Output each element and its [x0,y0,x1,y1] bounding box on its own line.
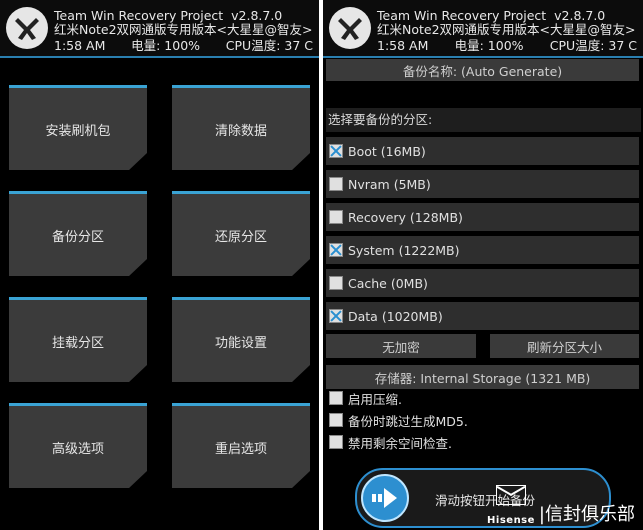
restore-button[interactable]: 还原分区 [172,191,310,276]
battery-status: 电量: 100% [454,38,524,53]
twrp-logo-icon [329,7,371,49]
advanced-button[interactable]: 高级选项 [9,403,147,488]
option-disable-space-check[interactable]: 禁用剩余空间检查. [329,433,452,451]
checkbox-icon[interactable] [329,177,343,191]
storage-select-button[interactable]: 存储器: Internal Storage (1321 MB) [326,365,639,389]
partition-cache[interactable]: Cache (0MB) [326,269,639,297]
checkbox-icon[interactable] [329,413,343,427]
watermark-club: |信封俱乐部 [538,504,635,525]
partition-label: Nvram (5MB) [348,176,431,192]
partition-label: System (1222MB) [348,242,460,258]
battery-status: 电量: 100% [131,38,201,53]
partitions-label: 选择要备份的分区: [326,108,641,132]
clock: 1:58 AM [377,38,429,53]
main-menu-panel: Team Win Recovery Project v2.8.7.0 红米Not… [0,0,319,530]
checkbox-icon[interactable] [329,391,343,405]
reboot-button[interactable]: 重启选项 [172,403,310,488]
app-title-line: Team Win Recovery Project v2.8.7.0 [377,8,606,23]
app-title-line: Team Win Recovery Project v2.8.7.0 [54,8,283,23]
wipe-button[interactable]: 清除数据 [172,85,310,170]
envelope-icon [495,485,526,505]
cpu-temperature: CPU温度: 37 C [549,38,637,53]
partition-label: Boot (16MB) [348,143,426,159]
partition-system[interactable]: System (1222MB) [326,236,639,264]
build-line: 红米Note2双网通版专用版本<大星星@智友> [377,22,636,37]
option-skip-md5[interactable]: 备份时跳过生成MD5. [329,411,468,429]
install-button[interactable]: 安装刷机包 [9,85,147,170]
backup-name-button[interactable]: 备份名称: (Auto Generate) [326,59,639,81]
partition-boot[interactable]: Boot (16MB) [326,137,639,165]
option-label: 备份时跳过生成MD5. [348,413,468,429]
partition-data[interactable]: Data (1020MB) [326,302,639,330]
backup-button[interactable]: 备份分区 [9,191,147,276]
checkbox-checked-icon[interactable] [329,309,343,323]
partition-label: Recovery (128MB) [348,209,463,225]
status-header: Team Win Recovery Project v2.8.7.0 红米Not… [323,0,643,58]
partition-nvram[interactable]: Nvram (5MB) [326,170,639,198]
swipe-arrow-icon[interactable] [361,474,409,522]
option-label: 启用压缩. [348,391,402,407]
option-compression[interactable]: 启用压缩. [329,389,402,407]
checkbox-icon[interactable] [329,435,343,449]
build-line: 红米Note2双网通版专用版本<大星星@智友> [54,22,313,37]
mount-button[interactable]: 挂载分区 [9,297,147,382]
backup-panel: Team Win Recovery Project v2.8.7.0 红米Not… [323,0,643,530]
cpu-temperature: CPU温度: 37 C [225,38,313,53]
twrp-logo-icon [6,7,48,49]
no-encryption-button[interactable]: 无加密 [326,334,476,358]
settings-button[interactable]: 功能设置 [172,297,310,382]
watermark-brand: Hisense [487,515,535,526]
status-line: 1:58 AM 电量: 100% CPU温度: 37 C [54,38,313,53]
clock: 1:58 AM [54,38,106,53]
checkbox-icon[interactable] [329,210,343,224]
option-label: 禁用剩余空间检查. [348,435,452,451]
checkbox-checked-icon[interactable] [329,243,343,257]
refresh-sizes-button[interactable]: 刷新分区大小 [490,334,639,358]
watermark: Hisense |信封俱乐部 [487,485,635,526]
partition-label: Cache (0MB) [348,275,428,291]
status-header: Team Win Recovery Project v2.8.7.0 红米Not… [0,0,319,58]
partition-recovery[interactable]: Recovery (128MB) [326,203,639,231]
checkbox-checked-icon[interactable] [329,144,343,158]
checkbox-icon[interactable] [329,276,343,290]
status-line: 1:58 AM 电量: 100% CPU温度: 37 C [377,38,637,53]
partition-label: Data (1020MB) [348,308,443,324]
